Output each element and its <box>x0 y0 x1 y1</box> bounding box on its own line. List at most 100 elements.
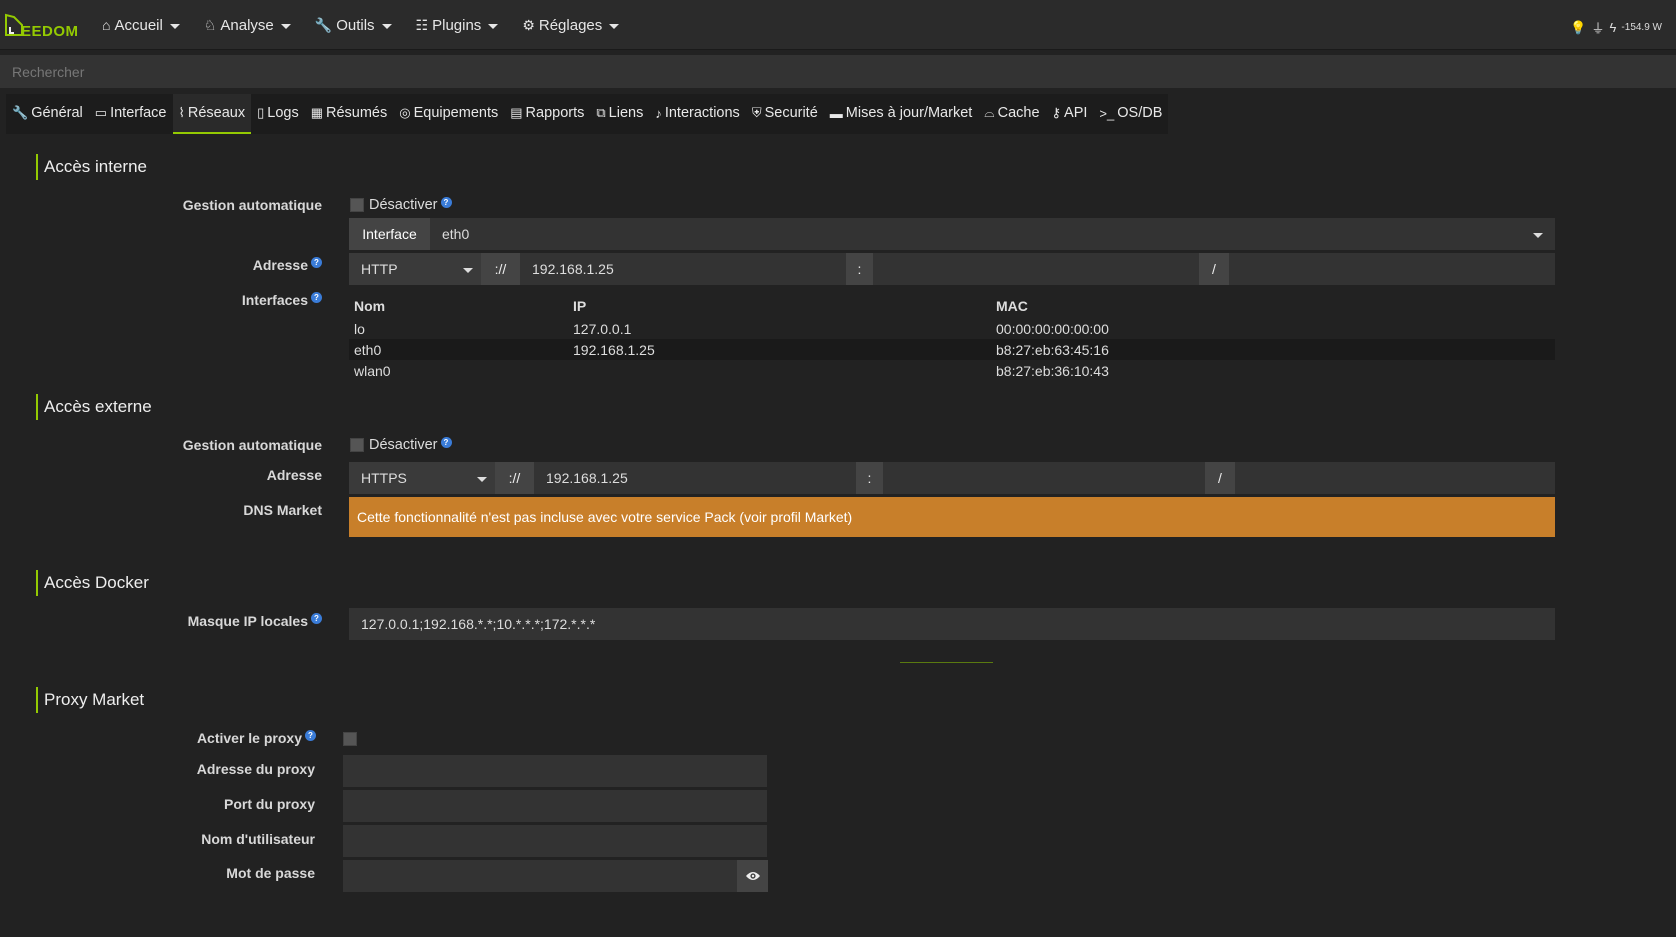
tab-label: Résumés <box>326 105 388 121</box>
proxy-enable-wrap: Activer le proxy? <box>100 730 316 746</box>
cell-ip <box>568 360 991 381</box>
internal-address-wrap: Adresse? <box>100 257 322 273</box>
table-header-row: Nom IP MAC <box>349 293 1555 318</box>
help-icon[interactable]: ? <box>311 257 322 268</box>
section-title-internal: Accès interne <box>36 154 147 180</box>
tab-rapports[interactable]: ▤ Rapports <box>504 94 590 134</box>
tab-label: Interface <box>110 105 167 121</box>
rss-icon: ⌇ <box>178 105 185 120</box>
tab-logs[interactable]: ▯ Logs <box>251 94 305 134</box>
tab-reseaux[interactable]: ⌇ Réseaux <box>172 94 252 134</box>
tab-interface[interactable]: ▭ Interface <box>89 94 173 134</box>
proxy-user-label: Nom d'utilisateur <box>201 831 315 847</box>
interface-select-value: eth0 <box>442 226 470 242</box>
internal-protocol-select[interactable]: HTTP <box>349 253 481 285</box>
table-row: wlan0 b8:27:eb:36:10:43 <box>349 360 1555 381</box>
tab-liens[interactable]: ⧉ Liens <box>590 94 649 134</box>
interface-select[interactable]: eth0 <box>430 218 1555 250</box>
proxy-enable-checkbox[interactable] <box>343 732 357 746</box>
tab-cache[interactable]: ⌓ Cache <box>978 94 1045 134</box>
search-input[interactable] <box>0 55 1676 88</box>
proxy-user-input[interactable] <box>343 825 767 857</box>
external-protocol-select[interactable]: HTTPS <box>349 462 495 494</box>
help-icon[interactable]: ? <box>440 437 452 448</box>
tab-label: Réseaux <box>187 105 246 121</box>
laptop-icon: ▭ <box>94 105 108 120</box>
tab-api[interactable]: ⚷ API <box>1046 94 1094 134</box>
menu-analyse[interactable]: ♘ Analyse <box>192 0 303 50</box>
external-disable-wrap: Désactiver? <box>369 437 452 453</box>
proxy-address-input[interactable] <box>343 755 767 787</box>
proxy-password-input[interactable] <box>343 860 737 892</box>
caret-down-icon <box>488 23 499 29</box>
tab-interactions[interactable]: ♪ Interactions <box>649 94 745 134</box>
show-password-button[interactable] <box>737 860 768 892</box>
external-auto-label: Gestion automatique <box>182 437 322 453</box>
tab-label: Mises à jour/Market <box>845 105 973 121</box>
menu-reglages-label: Réglages <box>538 16 603 34</box>
external-path-sep: / <box>1205 462 1235 494</box>
lightbulb-icon[interactable]: 💡 <box>1570 20 1586 36</box>
caret-down-icon <box>477 477 487 482</box>
external-path-input[interactable] <box>1235 462 1555 494</box>
menu-outils-label: Outils <box>336 16 375 34</box>
eye-icon <box>745 872 760 880</box>
power-bolt-icon[interactable]: ϟ <box>1610 20 1617 35</box>
help-icon[interactable]: ? <box>311 292 322 303</box>
external-port-input[interactable] <box>883 462 1205 494</box>
top-navbar: EEDOM ⌂ Accueil ♘ Analyse 🔧 Outils ☷ Plu… <box>0 0 1676 50</box>
list-icon: ☷ <box>415 16 429 33</box>
credit-card-icon: ▬ <box>829 105 843 121</box>
newspaper-icon: ▤ <box>510 105 523 120</box>
brand-text: EEDOM <box>21 23 79 40</box>
interfaces-label: Interfaces <box>241 292 308 308</box>
internal-auto-label: Gestion automatique <box>182 197 322 213</box>
external-disable-checkbox[interactable] <box>350 438 364 452</box>
help-icon[interactable]: ? <box>311 613 322 624</box>
tab-label: Rapports <box>525 105 585 121</box>
proxy-port-input[interactable] <box>343 790 767 822</box>
power-value[interactable]: -154.9 W <box>1621 22 1662 33</box>
stethoscope-icon: ♘ <box>203 16 217 33</box>
tab-securite[interactable]: ⛨ Securité <box>746 94 824 134</box>
plug-icon[interactable]: ⏚ <box>1592 18 1605 37</box>
internal-path-input[interactable] <box>1229 253 1555 285</box>
internal-address-label: Adresse <box>252 257 308 273</box>
help-icon[interactable]: ? <box>305 730 316 741</box>
tab-resumes[interactable]: ▦ Résumés <box>305 94 394 134</box>
interfaces-wrap: Interfaces? <box>100 292 322 308</box>
menu-plugins[interactable]: ☷ Plugins <box>404 0 511 50</box>
internal-ip-input[interactable]: 192.168.1.25 <box>520 253 846 285</box>
tab-osdb[interactable]: >_ OS/DB <box>1093 94 1168 134</box>
menu-outils[interactable]: 🔧 Outils <box>303 0 404 50</box>
proxy-address-label: Adresse du proxy <box>196 761 315 777</box>
menu-reglages[interactable]: ⚙ Réglages <box>510 0 631 50</box>
menu-accueil-label: Accueil <box>114 16 163 34</box>
tab-equipements[interactable]: ◎ Equipements <box>393 94 504 134</box>
tab-mises-a-jour[interactable]: ▬ Mises à jour/Market <box>824 94 979 134</box>
section-title-external: Accès externe <box>36 394 152 420</box>
help-icon[interactable]: ? <box>440 197 452 208</box>
internal-port-input[interactable] <box>873 253 1199 285</box>
menu-accueil[interactable]: ⌂ Accueil <box>90 0 192 50</box>
external-ip-input[interactable]: 192.168.1.25 <box>534 462 856 494</box>
caret-down-icon <box>1533 233 1543 238</box>
internal-disable-checkbox[interactable] <box>350 198 364 212</box>
external-disable-label: Désactiver <box>369 437 438 453</box>
docker-mask-input[interactable]: 127.0.0.1;192.168.*.*;10.*.*.*;172.*.*.* <box>349 608 1555 640</box>
terminal-icon: >_ <box>1099 105 1115 121</box>
tab-label: Général <box>31 105 83 121</box>
tab-label: Liens <box>608 105 644 121</box>
cell-nom: wlan0 <box>354 362 391 379</box>
tab-label: OS/DB <box>1117 105 1163 121</box>
external-port-sep: : <box>856 462 883 494</box>
caret-down-icon <box>463 268 473 273</box>
jeedom-logo[interactable]: EEDOM <box>2 8 78 42</box>
external-protocol-value: HTTPS <box>361 470 407 486</box>
docker-mask-wrap: Masque IP locales? <box>100 613 322 629</box>
tab-general[interactable]: 🔧 Général <box>6 94 89 134</box>
cell-mac: b8:27:eb:36:10:43 <box>996 362 1109 379</box>
microphone-icon: ♪ <box>655 105 662 121</box>
menu-analyse-label: Analyse <box>220 16 274 34</box>
proxy-enable-label: Activer le proxy <box>196 730 302 746</box>
